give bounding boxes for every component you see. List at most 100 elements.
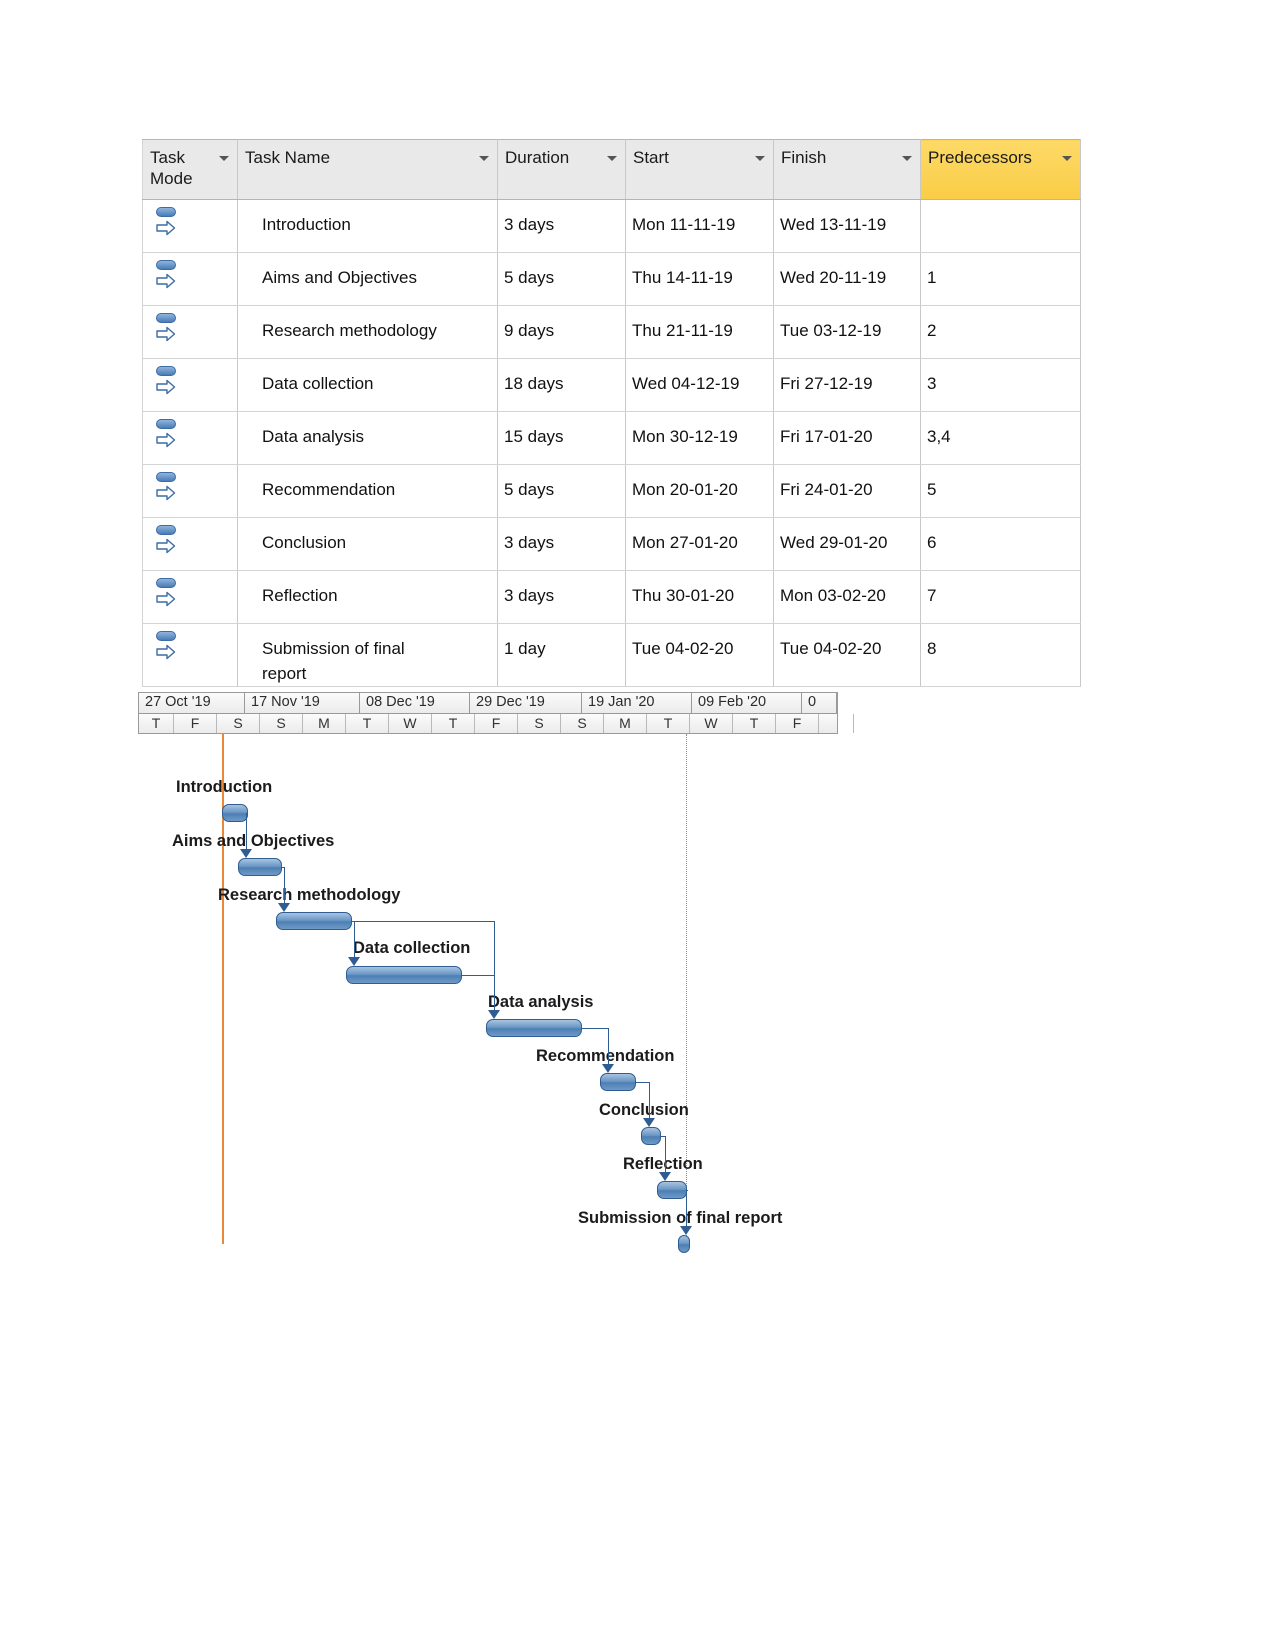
cell-task-name[interactable]: Introduction [237, 199, 498, 253]
gantt-bar[interactable] [600, 1073, 636, 1091]
timeline-day-cell: S [518, 714, 561, 733]
cell-task-name[interactable]: Submission of final report [237, 622, 498, 688]
gantt-bar[interactable] [238, 858, 282, 876]
cell-predecessors[interactable]: 7 [920, 570, 1081, 624]
table-row[interactable]: Conclusion 3 days Mon 27-01-20 Wed 29-01-20… [142, 517, 1081, 571]
arrow-right-outline-icon [156, 591, 176, 607]
cell-predecessors[interactable]: 1 [920, 252, 1081, 306]
cell-start[interactable]: Mon 11-11-19 [625, 199, 774, 253]
gantt-bar[interactable] [678, 1235, 690, 1253]
cell-task-mode[interactable] [142, 570, 238, 624]
cell-finish[interactable]: Wed 20-11-19 [773, 252, 921, 306]
cell-predecessors[interactable]: 5 [920, 464, 1081, 518]
cell-predecessors[interactable]: 3 [920, 358, 1081, 412]
cell-task-mode[interactable] [142, 199, 238, 253]
arrow-right-outline-icon [156, 432, 176, 448]
column-header-task-name[interactable]: Task Name [237, 139, 498, 200]
chevron-down-icon[interactable] [902, 156, 912, 161]
dependency-link [649, 1082, 650, 1120]
cell-start[interactable]: Mon 30-12-19 [625, 411, 774, 465]
table-row[interactable]: Data collection 18 days Wed 04-12-19 Fri 27… [142, 358, 1081, 412]
cell-finish[interactable]: Fri 17-01-20 [773, 411, 921, 465]
timeline-day-cell: W [389, 714, 432, 733]
cell-task-name[interactable]: Data analysis [237, 411, 498, 465]
cell-finish[interactable]: Fri 24-01-20 [773, 464, 921, 518]
cell-duration[interactable]: 15 days [497, 411, 626, 465]
table-row[interactable]: Submission of final report 1 day Tue 04-02… [142, 622, 1081, 688]
column-header-duration[interactable]: Duration [497, 139, 626, 200]
gantt-bar[interactable] [657, 1181, 687, 1199]
chevron-down-icon[interactable] [219, 156, 229, 161]
cell-task-name[interactable]: Reflection [237, 570, 498, 624]
cell-duration[interactable]: 5 days [497, 464, 626, 518]
cell-start[interactable]: Thu 21-11-19 [625, 305, 774, 359]
cell-task-name[interactable]: Conclusion [237, 517, 498, 571]
cell-start[interactable]: Thu 30-01-20 [625, 570, 774, 624]
manually-scheduled-icon [154, 631, 180, 665]
cell-duration[interactable]: 3 days [497, 517, 626, 571]
cell-task-mode[interactable] [142, 517, 238, 571]
cell-task-mode[interactable] [142, 622, 238, 688]
table-row[interactable]: Research methodology 9 days Thu 21-11-19 Tu… [142, 305, 1081, 359]
cell-task-name-text: Aims and Objectives [262, 268, 417, 287]
column-header-task-mode[interactable]: Task Mode [142, 139, 238, 200]
cell-task-name[interactable]: Aims and Objectives [237, 252, 498, 306]
chevron-down-icon[interactable] [1062, 156, 1072, 161]
gantt-bar[interactable] [346, 966, 462, 984]
table-row[interactable]: Introduction 3 days Mon 11-11-19 Wed 13-11-… [142, 199, 1081, 253]
cell-start[interactable]: Mon 20-01-20 [625, 464, 774, 518]
column-header-predecessors[interactable]: Predecessors [920, 139, 1081, 200]
cell-task-mode[interactable] [142, 305, 238, 359]
timeline-week-cell: 19 Jan '20 [582, 693, 692, 713]
cell-task-mode[interactable] [142, 464, 238, 518]
cell-start[interactable]: Thu 14-11-19 [625, 252, 774, 306]
cell-task-name[interactable]: Recommendation [237, 464, 498, 518]
chevron-down-icon[interactable] [607, 156, 617, 161]
gantt-bar[interactable] [641, 1127, 661, 1145]
cell-duration[interactable]: 18 days [497, 358, 626, 412]
table-row[interactable]: Data analysis 15 days Mon 30-12-19 Fri 17-0… [142, 411, 1081, 465]
cell-predecessors[interactable] [920, 199, 1081, 253]
cell-start-text: Mon 11-11-19 [632, 215, 736, 234]
cell-task-mode[interactable] [142, 358, 238, 412]
cell-duration[interactable]: 3 days [497, 199, 626, 253]
manually-scheduled-icon [154, 472, 180, 506]
cell-task-name[interactable]: Research methodology [237, 305, 498, 359]
dependency-link [246, 813, 247, 851]
cell-finish[interactable]: Mon 03-02-20 [773, 570, 921, 624]
cell-start[interactable]: Wed 04-12-19 [625, 358, 774, 412]
cell-finish[interactable]: Wed 29-01-20 [773, 517, 921, 571]
gantt-bar[interactable] [276, 912, 352, 930]
cell-predecessors[interactable]: 8 [920, 622, 1081, 688]
cell-finish-text: Fri 24-01-20 [780, 480, 873, 499]
cell-start[interactable]: Tue 04-02-20 [625, 622, 774, 688]
cell-finish[interactable]: Tue 03-12-19 [773, 305, 921, 359]
column-header-start[interactable]: Start [625, 139, 774, 200]
chevron-down-icon[interactable] [755, 156, 765, 161]
gantt-bar[interactable] [486, 1019, 582, 1037]
pill-shape [156, 472, 176, 482]
cell-task-mode[interactable] [142, 411, 238, 465]
chevron-down-icon[interactable] [479, 156, 489, 161]
dependency-link [462, 975, 494, 976]
cell-predecessors[interactable]: 6 [920, 517, 1081, 571]
cell-finish[interactable]: Fri 27-12-19 [773, 358, 921, 412]
cell-predecessors-text: 7 [927, 586, 937, 605]
cell-task-name[interactable]: Data collection [237, 358, 498, 412]
cell-task-mode[interactable] [142, 252, 238, 306]
gantt-bar[interactable] [222, 804, 248, 822]
table-row[interactable]: Recommendation 5 days Mon 20-01-20 Fri 24-0… [142, 464, 1081, 518]
cell-start[interactable]: Mon 27-01-20 [625, 517, 774, 571]
table-row[interactable]: Aims and Objectives 5 days Thu 14-11-19 Wed… [142, 252, 1081, 306]
cell-finish[interactable]: Wed 13-11-19 [773, 199, 921, 253]
cell-finish[interactable]: Tue 04-02-20 [773, 622, 921, 688]
cell-predecessors[interactable]: 3,4 [920, 411, 1081, 465]
column-header-finish[interactable]: Finish [773, 139, 921, 200]
cell-predecessors[interactable]: 2 [920, 305, 1081, 359]
cell-duration[interactable]: 3 days [497, 570, 626, 624]
cell-start-text: Mon 20-01-20 [632, 480, 738, 499]
cell-duration[interactable]: 9 days [497, 305, 626, 359]
cell-duration[interactable]: 1 day [497, 622, 626, 688]
cell-duration[interactable]: 5 days [497, 252, 626, 306]
table-row[interactable]: Reflection 3 days Thu 30-01-20 Mon 03-02-20… [142, 570, 1081, 624]
